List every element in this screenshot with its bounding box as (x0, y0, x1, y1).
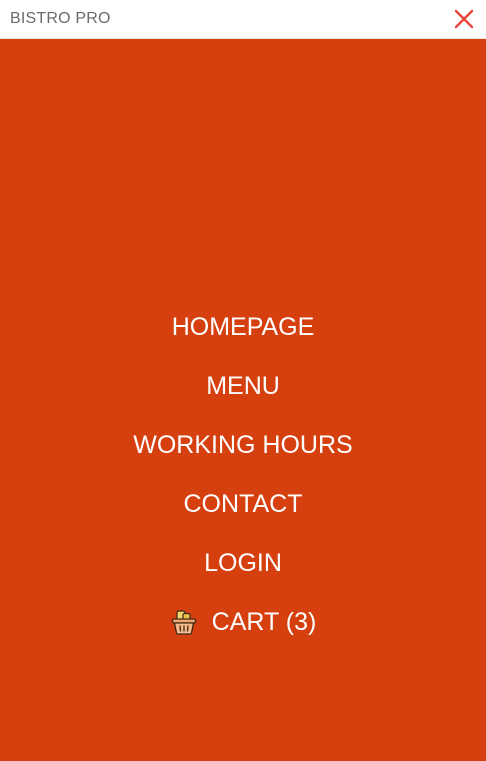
shopping-basket-icon (171, 610, 196, 635)
nav-item-menu[interactable]: MENU (0, 366, 486, 425)
close-icon (454, 9, 474, 29)
close-button[interactable] (452, 7, 476, 31)
brand-title: BISTRO PRO (10, 10, 111, 27)
top-bar: BISTRO PRO (0, 0, 486, 39)
nav-item-working-hours[interactable]: WORKING HOURS (0, 425, 486, 484)
nav-item-login[interactable]: LOGIN (0, 543, 486, 602)
main-navigation: HOMEPAGE MENU WORKING HOURS CONTACT LOGI… (0, 307, 486, 642)
nav-item-contact[interactable]: CONTACT (0, 484, 486, 543)
cart-link[interactable]: CART (3) (0, 602, 486, 642)
nav-item-homepage[interactable]: HOMEPAGE (0, 307, 486, 366)
menu-panel: HOMEPAGE MENU WORKING HOURS CONTACT LOGI… (0, 39, 486, 761)
cart-label: CART (3) (211, 607, 317, 636)
